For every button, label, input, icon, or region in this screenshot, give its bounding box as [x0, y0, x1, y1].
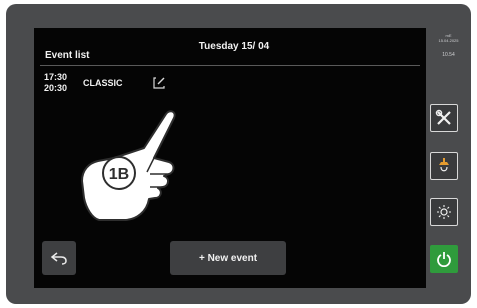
settings-button[interactable]	[430, 104, 458, 132]
hand-pointer-icon: 1B	[81, 110, 176, 221]
event-name: CLASSIC	[83, 78, 123, 88]
light-button[interactable]	[430, 198, 458, 226]
back-button[interactable]	[42, 241, 76, 275]
settings-tools-icon	[435, 109, 451, 125]
power-icon	[437, 252, 451, 267]
callout-label: 1B	[109, 166, 129, 183]
light-icon	[437, 205, 451, 219]
main-screen: Tuesday 15/ 04 Event list 17:30 20:30 CL…	[34, 28, 426, 288]
event-time-range: 17:30 20:30	[44, 72, 67, 94]
lamp-button[interactable]	[430, 152, 458, 180]
power-button[interactable]	[430, 245, 458, 273]
event-list-title: Event list	[45, 50, 90, 61]
lamp-icon	[439, 158, 449, 172]
selected-date: Tuesday 15/ 04	[198, 41, 270, 52]
new-event-button[interactable]: + New event	[170, 241, 286, 275]
back-arrow-icon	[50, 252, 67, 265]
thermostat-device: Tuesday 15/ 04 Event list 17:30 20:30 CL…	[6, 4, 471, 304]
panel-date: mE 15.04.2025	[438, 33, 459, 43]
event-start-time: 17:30	[44, 72, 68, 82]
event-end-time: 20:30	[44, 83, 68, 93]
side-panel: mE 15.04.2025 10.54	[426, 28, 471, 288]
panel-time: 10.54	[442, 52, 455, 58]
list-divider	[40, 65, 420, 66]
